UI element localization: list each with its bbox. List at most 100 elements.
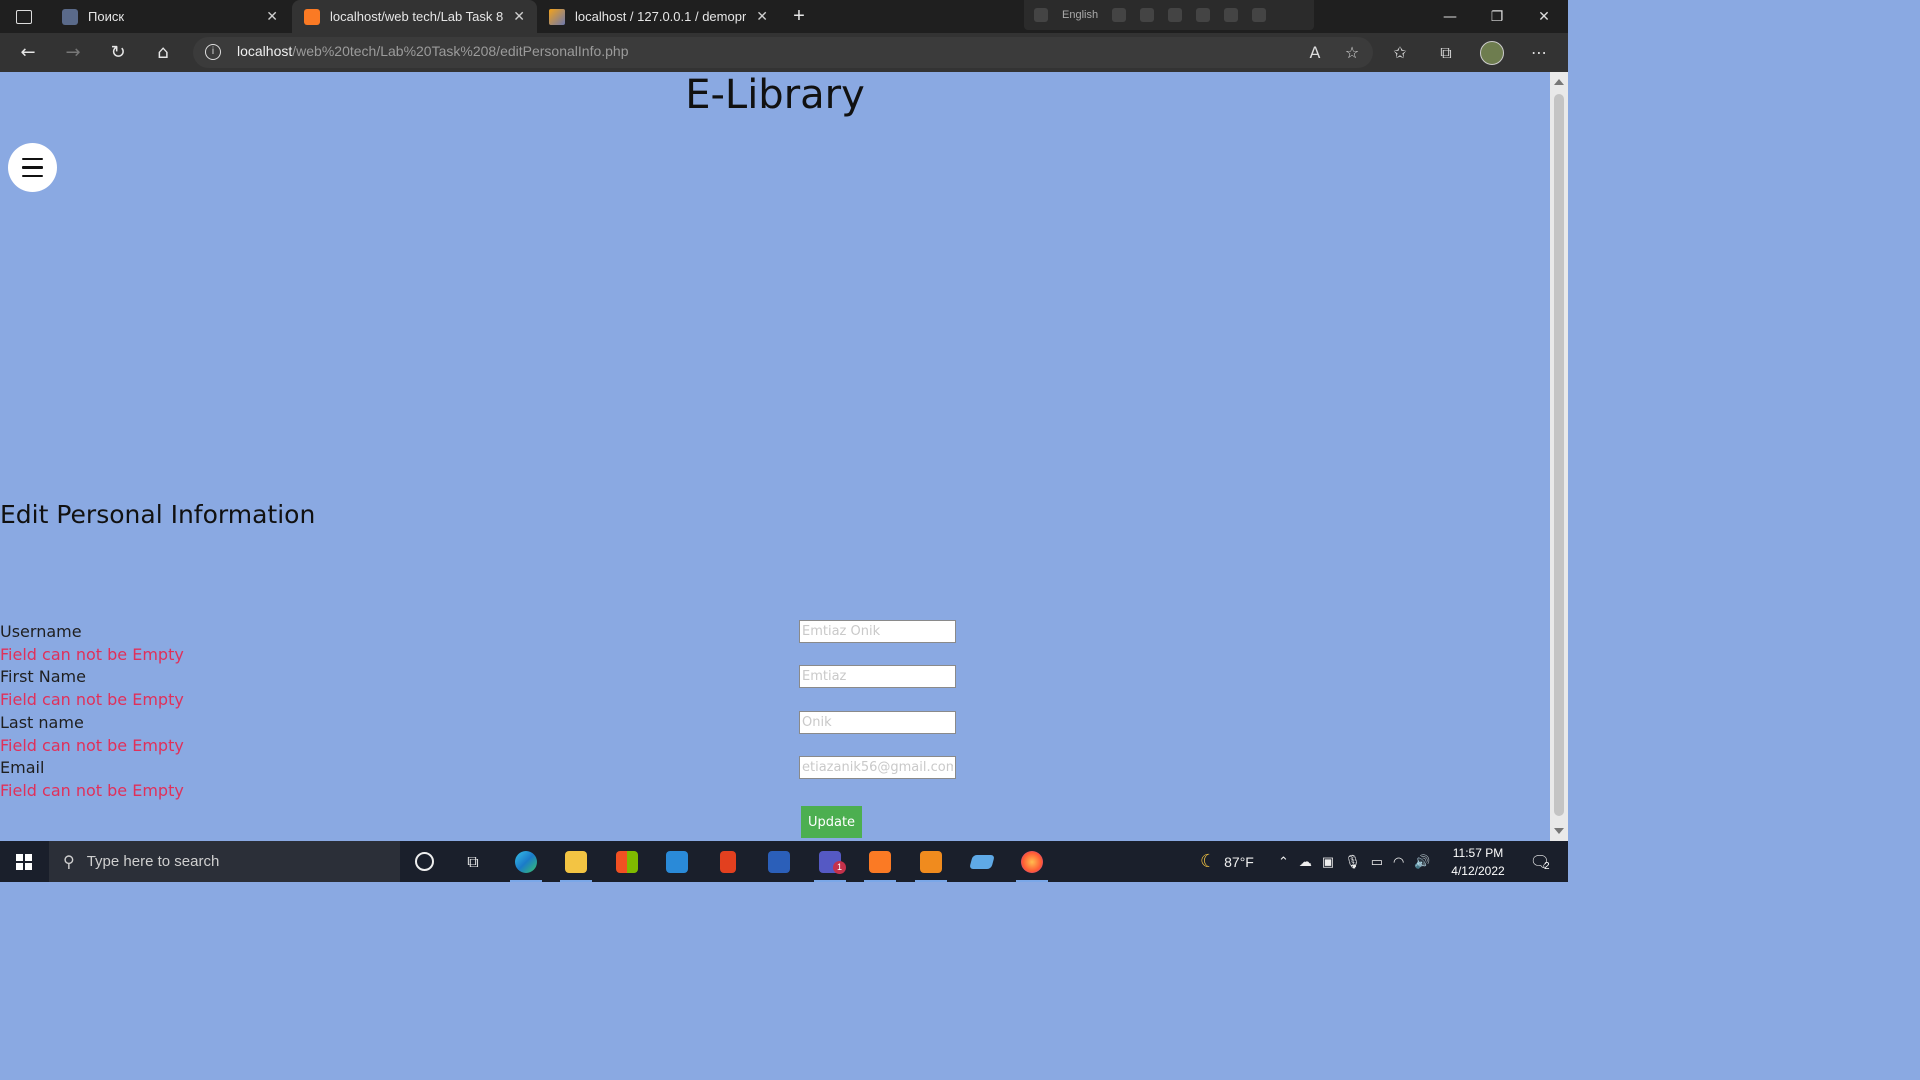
cortana-button[interactable] <box>400 841 448 882</box>
xampp-icon <box>869 850 891 873</box>
new-tab-button[interactable]: + <box>782 0 816 33</box>
favorites-icon: ✩ <box>1393 43 1407 62</box>
taskbar-sublime[interactable] <box>907 841 955 882</box>
minimize-icon: — <box>1443 8 1457 25</box>
read-aloud-button[interactable]: A <box>1297 33 1333 72</box>
taskbar-store[interactable] <box>603 841 651 882</box>
hamburger-menu-button[interactable] <box>8 143 57 192</box>
taskbar-word[interactable] <box>755 841 803 882</box>
taskbar-search-box[interactable]: ⚲ Type here to search <box>49 841 400 882</box>
close-window-button[interactable]: ✕ <box>1521 0 1567 33</box>
tab-title: localhost / 127.0.0.1 / demoproje <box>575 9 747 24</box>
tab-title: localhost/web tech/Lab Task 8/e <box>330 9 504 24</box>
scrollbar-thumb[interactable] <box>1554 94 1564 816</box>
taskbar-office[interactable] <box>704 841 752 882</box>
close-icon: ✕ <box>1538 8 1550 25</box>
add-favorite-button[interactable]: ☆ <box>1334 33 1370 72</box>
taskbar-teams[interactable]: 1 <box>806 841 854 882</box>
teams-badge: 1 <box>833 861 846 874</box>
edge-icon <box>515 850 537 873</box>
info-icon[interactable] <box>1252 8 1267 22</box>
minimize-button[interactable]: — <box>1427 0 1473 33</box>
more-menu-button[interactable]: ⋯ <box>1521 33 1557 72</box>
chevron-up-icon[interactable]: ⌃ <box>1278 854 1289 870</box>
scroll-up-icon[interactable] <box>1554 79 1564 85</box>
app-icon <box>969 854 995 869</box>
wifi-icon[interactable]: ◠ <box>1393 854 1404 870</box>
first-name-input[interactable] <box>799 665 956 688</box>
weather-widget[interactable]: ☾ 87°F <box>1200 841 1254 882</box>
close-tab-icon[interactable]: ✕ <box>266 8 278 25</box>
update-button[interactable]: Update <box>801 806 862 838</box>
tab-title: Поиск <box>88 9 125 24</box>
tab-edit-personal-info[interactable]: localhost/web tech/Lab Task 8/e ✕ <box>292 0 537 33</box>
close-tab-icon[interactable]: ✕ <box>756 8 768 25</box>
first-name-error: Field can not be Empty <box>0 690 184 709</box>
notification-count: 2 <box>1544 861 1550 872</box>
forward-button[interactable]: → <box>55 33 91 72</box>
restore-icon: ❐ <box>1490 8 1504 25</box>
site-info-icon[interactable]: i <box>205 44 221 60</box>
hamburger-icon-line <box>22 174 43 178</box>
keyboard-icon[interactable] <box>1112 8 1127 22</box>
address-bar[interactable]: i localhost/web%20tech/Lab%20Task%208/ed… <box>193 37 1373 68</box>
email-label: Email <box>0 758 45 777</box>
phpmyadmin-favicon <box>549 8 565 25</box>
store-icon <box>616 850 638 873</box>
taskbar-file-explorer[interactable] <box>552 841 600 882</box>
favorites-button[interactable]: ✩ <box>1382 33 1418 72</box>
taskbar-xampp[interactable] <box>856 841 904 882</box>
restore-button[interactable]: ❐ <box>1474 0 1520 33</box>
taskbar-mail[interactable] <box>653 841 701 882</box>
taskbar-firefox[interactable] <box>1008 841 1056 882</box>
clock[interactable]: 11:57 PM 4/12/2022 <box>1440 844 1516 880</box>
weather-temp: 87°F <box>1224 853 1254 870</box>
email-input[interactable] <box>799 756 956 779</box>
notification-center-button[interactable]: 🗨 2 <box>1516 841 1564 882</box>
refresh-button[interactable]: ↻ <box>100 33 136 72</box>
onedrive-icon[interactable]: ☁ <box>1299 854 1312 870</box>
language-bar: English <box>1024 0 1314 30</box>
edge-icon[interactable] <box>1196 8 1211 22</box>
tab-search[interactable]: Поиск ✕ <box>50 0 290 33</box>
tab-actions-button[interactable] <box>0 0 48 33</box>
star-plus-icon: ☆ <box>1344 43 1360 62</box>
taskbar-app[interactable] <box>958 841 1006 882</box>
collections-button[interactable]: ⧉ <box>1428 33 1464 72</box>
username-label: Username <box>0 622 82 641</box>
collections-icon: ⧉ <box>1440 42 1452 62</box>
avatar <box>1480 40 1504 65</box>
pen-icon[interactable] <box>1140 8 1155 22</box>
word-icon <box>768 850 790 873</box>
ime-icon[interactable] <box>1034 8 1048 22</box>
help-icon[interactable] <box>1224 8 1239 22</box>
hamburger-icon-line <box>22 157 43 161</box>
tab-phpmyadmin[interactable]: localhost / 127.0.0.1 / demoproje ✕ <box>537 0 780 33</box>
username-input[interactable] <box>799 620 956 643</box>
home-button[interactable]: ⌂ <box>145 33 181 72</box>
last-name-input[interactable] <box>799 711 956 734</box>
last-name-label: Last name <box>0 713 84 732</box>
windows-taskbar: ⚲ Type here to search ⧉ 1 ☾ 87°F ⌃ ☁ ▣ 🎙… <box>0 841 1568 882</box>
close-tab-icon[interactable]: ✕ <box>513 8 525 25</box>
home-icon: ⌂ <box>157 42 169 63</box>
first-name-label: First Name <box>0 667 86 686</box>
start-button[interactable] <box>0 841 48 882</box>
mail-icon <box>666 850 688 873</box>
meet-now-icon[interactable]: ▣ <box>1322 854 1334 870</box>
url-text[interactable]: localhost/web%20tech/Lab%20Task%208/edit… <box>237 43 629 59</box>
task-view-button[interactable]: ⧉ <box>449 841 497 882</box>
tab-actions-icon <box>16 9 32 24</box>
scroll-down-icon[interactable] <box>1554 828 1564 834</box>
last-name-error: Field can not be Empty <box>0 736 184 755</box>
settings-icon[interactable] <box>1168 8 1183 22</box>
back-button[interactable]: ← <box>10 33 46 72</box>
battery-icon[interactable]: ▭ <box>1371 854 1383 870</box>
taskbar-edge[interactable] <box>502 841 550 882</box>
task-view-icon: ⧉ <box>467 851 479 871</box>
language-label[interactable]: English <box>1062 9 1098 21</box>
microphone-icon[interactable]: 🎙 <box>1344 854 1361 870</box>
vertical-scrollbar[interactable] <box>1550 72 1568 841</box>
profile-button[interactable] <box>1474 33 1510 72</box>
volume-icon[interactable]: 🔊 <box>1414 854 1430 870</box>
